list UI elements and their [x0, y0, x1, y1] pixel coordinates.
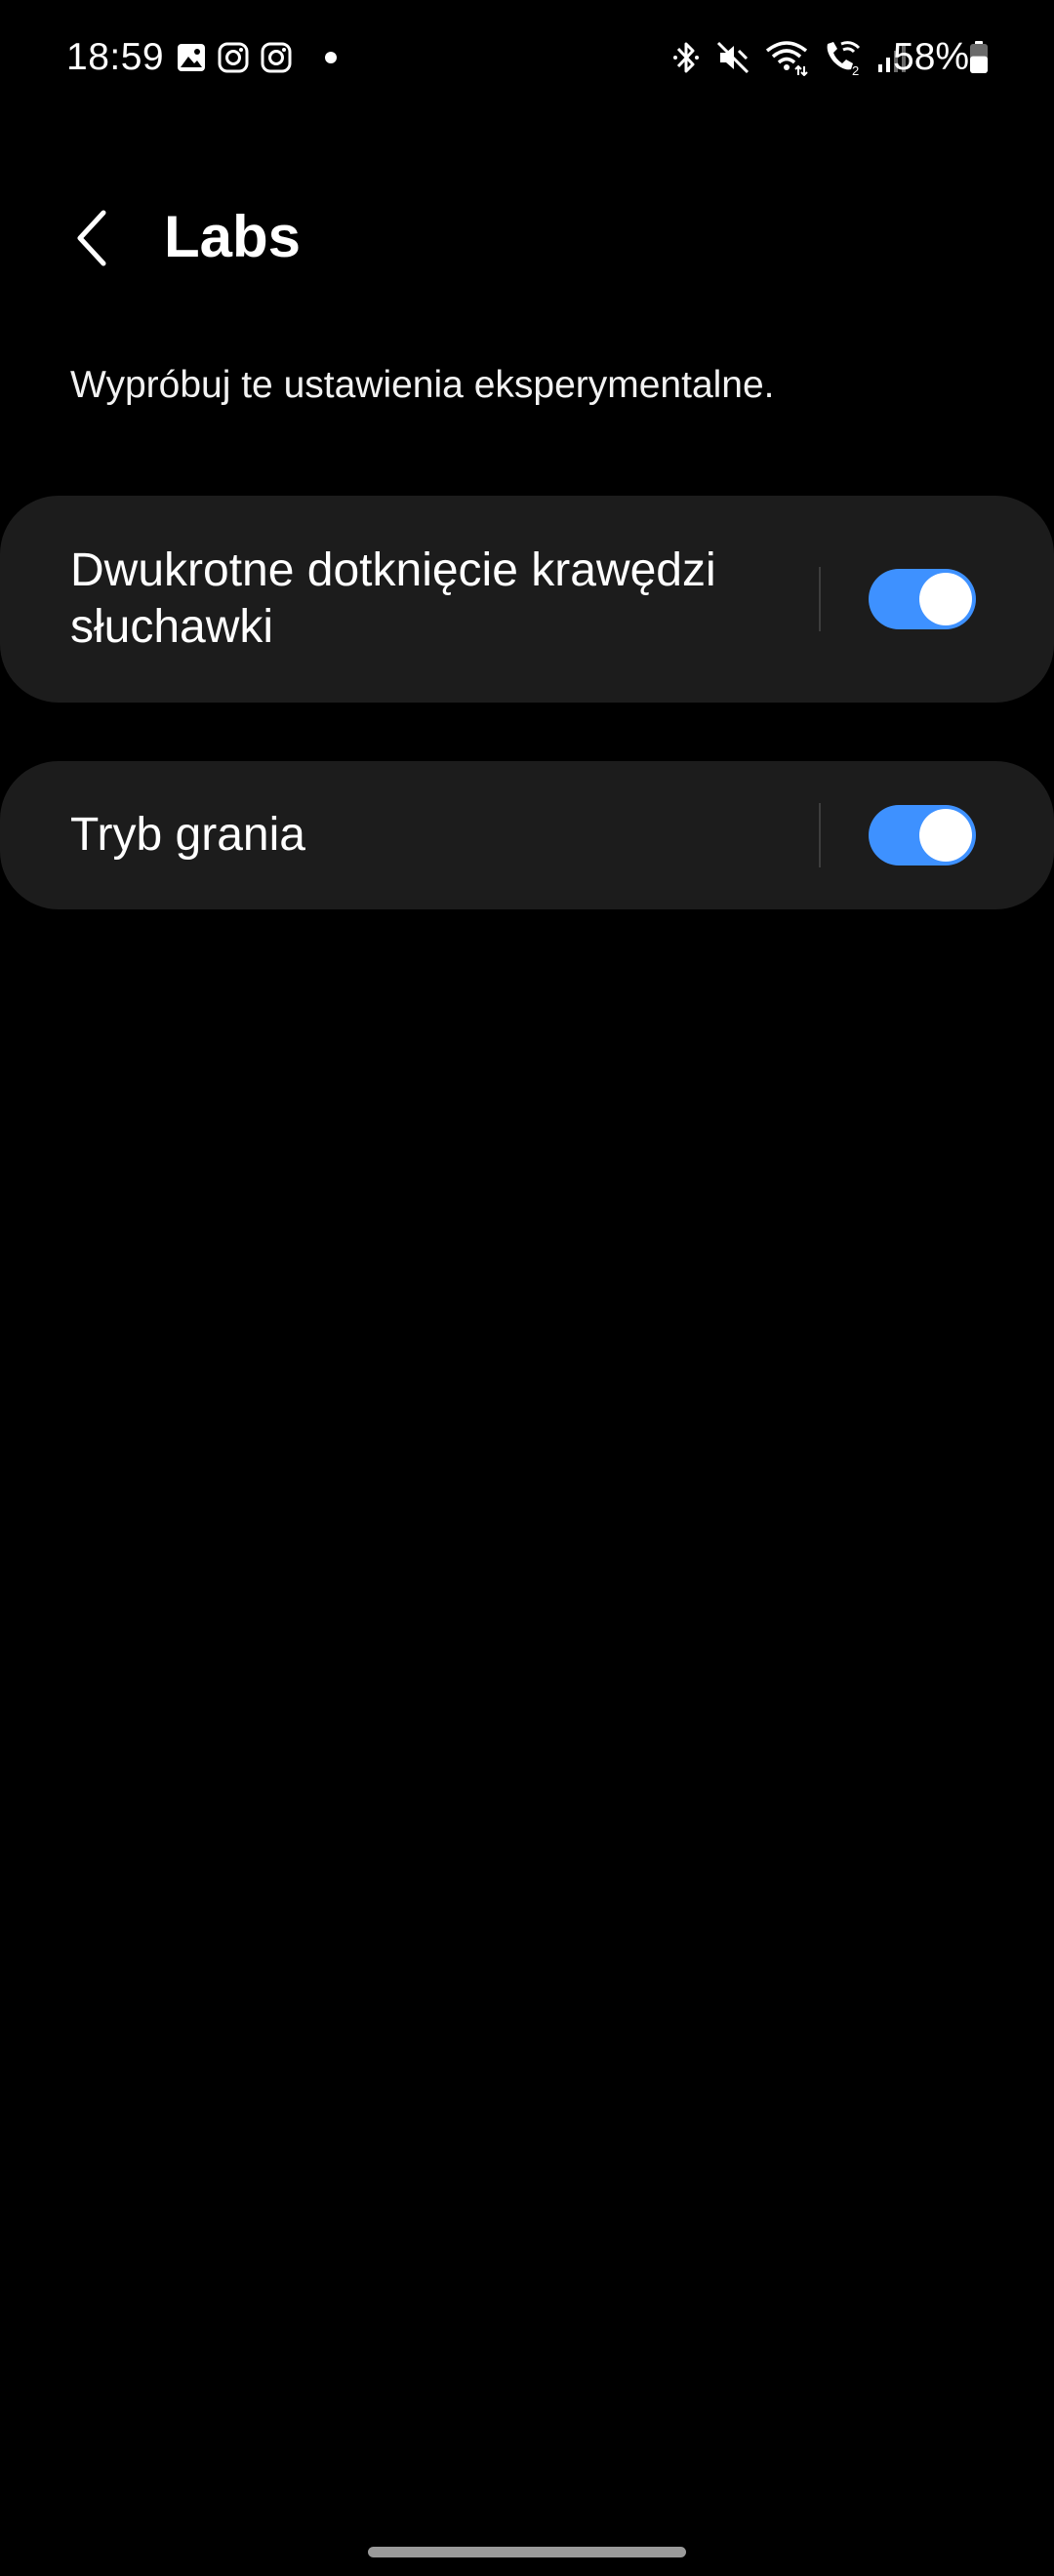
status-notification-icons — [176, 39, 293, 76]
wifi-calling-icon: 2 — [827, 41, 861, 77]
notification-dot-icon — [325, 52, 337, 63]
divider — [819, 803, 821, 867]
svg-text:2: 2 — [852, 63, 859, 77]
divider — [819, 567, 821, 631]
setting-card-double-tap[interactable]: Dwukrotne dotknięcie krawędzi słuchawki — [0, 496, 1054, 703]
wifi-icon — [765, 41, 808, 76]
bluetooth-icon — [673, 42, 699, 73]
status-bar: 18:59 2 58% — [0, 0, 1054, 115]
toggle-knob — [919, 809, 972, 862]
status-time: 18:59 — [66, 36, 165, 78]
gallery-icon — [178, 44, 205, 71]
setting-card-game-mode[interactable]: Tryb grania — [0, 761, 1054, 909]
battery-icon — [970, 41, 988, 73]
instagram-icon — [261, 42, 292, 73]
back-button[interactable] — [51, 197, 133, 279]
mute-icon — [716, 41, 750, 74]
page-description: Wypróbuj te ustawienia eksperymentalne. — [70, 364, 775, 406]
instagram-icon — [218, 42, 249, 73]
battery-percent: 58% — [893, 36, 970, 78]
chevron-left-icon — [77, 210, 106, 266]
app-header: Labs — [0, 176, 1054, 293]
home-indicator[interactable] — [368, 2547, 686, 2557]
game-mode-toggle[interactable] — [869, 805, 976, 865]
toggle-knob — [919, 573, 972, 625]
setting-label: Dwukrotne dotknięcie krawędzi słuchawki — [70, 544, 716, 653]
page-title: Labs — [164, 204, 302, 269]
status-system-icons: 2 — [671, 37, 908, 78]
double-tap-toggle[interactable] — [869, 569, 976, 629]
setting-label: Tryb grania — [70, 809, 305, 861]
